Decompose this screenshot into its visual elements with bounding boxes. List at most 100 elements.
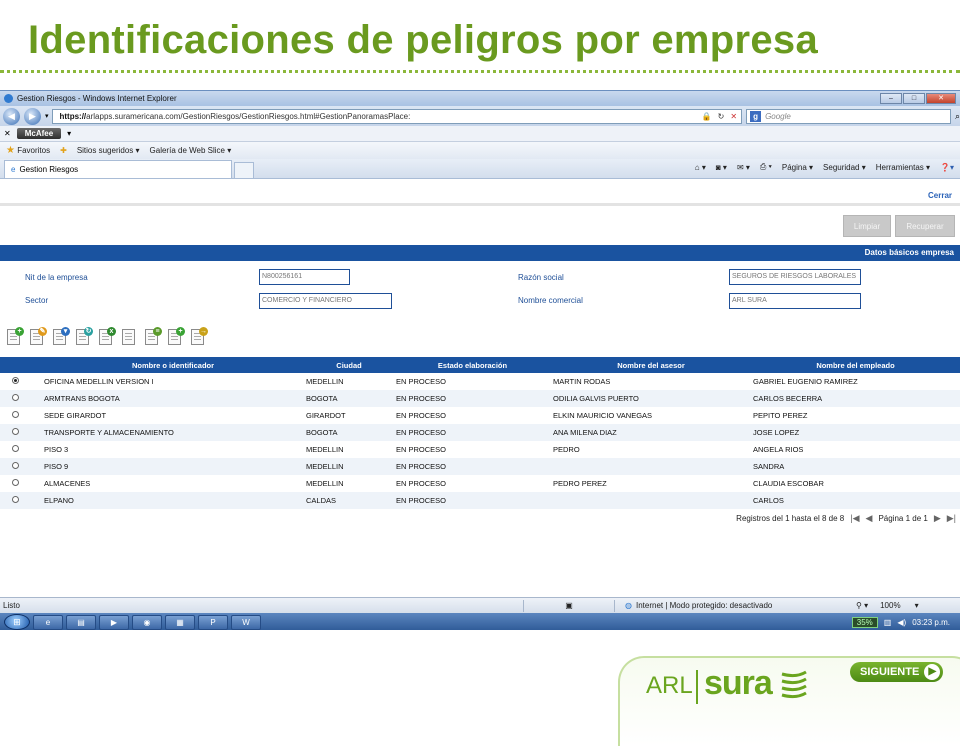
cell-estado: EN PROCESO [396, 445, 447, 454]
tab-bar: e Gestion Riesgos ⌂ ▾ ◙ ▾ ✉ ▾ ⎙ ▾ Página… [0, 159, 960, 179]
recent-pages-icon[interactable]: ▾ [45, 112, 49, 120]
next-page-icon[interactable]: ▶ [934, 513, 941, 524]
add-favorite-icon[interactable]: ✚ [60, 146, 67, 155]
help-icon[interactable]: ❓▾ [940, 163, 954, 172]
minimize-button[interactable]: – [880, 93, 902, 104]
security-zone[interactable]: Internet | Modo protegido: desactivado [636, 601, 836, 610]
table-row[interactable]: ARMTRANS BOGOTA BOGOTA EN PROCESO ODILIA… [0, 390, 960, 407]
mcafee-toolbar: ✕ McAfee ▾ [0, 126, 960, 142]
nit-field[interactable]: N800256161 [259, 269, 350, 285]
close-session-link[interactable]: Cerrar [928, 191, 952, 200]
taskbar-folder-icon[interactable]: ▤ [66, 614, 96, 630]
fav-link-suggested[interactable]: Sitios sugeridos ▾ [77, 146, 140, 155]
table-row[interactable]: ELPANO CALDAS EN PROCESO CARLOS [0, 492, 960, 509]
excel-doc-icon[interactable]: x [96, 327, 116, 347]
section-header: Datos básicos empresa [0, 245, 960, 261]
row-radio[interactable] [12, 428, 19, 435]
table-row[interactable]: PISO 3 MEDELLIN EN PROCESO PEDRO ANGELA … [0, 441, 960, 458]
back-button[interactable]: ◀ [3, 107, 20, 125]
col-asesor[interactable]: Nombre del asesor [551, 357, 751, 373]
close-toolbar-icon[interactable]: ✕ [4, 129, 11, 138]
table-row[interactable]: OFICINA MEDELLIN VERSION I MEDELLIN EN P… [0, 373, 960, 390]
row-radio[interactable] [12, 479, 19, 486]
row-radio[interactable] [12, 377, 19, 384]
clear-button[interactable]: Limpiar [843, 215, 891, 237]
cell-nombre: ARMTRANS BOGOTA [42, 390, 304, 407]
taskbar-media-icon[interactable]: ▶ [99, 614, 129, 630]
menu-security[interactable]: Seguridad ▾ [823, 163, 866, 172]
add-row-icon[interactable]: + [165, 327, 185, 347]
row-radio[interactable] [12, 496, 19, 503]
clock[interactable]: 03:23 p.m. [912, 618, 950, 627]
new-tab-button[interactable] [234, 162, 254, 178]
menu-page[interactable]: Página ▾ [782, 163, 813, 172]
stop-icon[interactable]: ✕ [730, 110, 737, 123]
export-doc-icon[interactable]: → [188, 327, 208, 347]
search-input[interactable]: g Google [746, 108, 951, 124]
favorites-button[interactable]: ★ Favoritos [6, 145, 50, 156]
col-estado[interactable]: Estado elaboración [394, 357, 551, 373]
refresh-icon[interactable]: ↻ [718, 110, 725, 123]
taskbar-ie-icon[interactable]: e [33, 614, 63, 630]
taskbar-chrome-icon[interactable]: ◉ [132, 614, 162, 630]
filter-doc-icon[interactable]: ▾ [50, 327, 70, 347]
start-button[interactable]: ⊞ [4, 614, 30, 630]
add-doc-icon[interactable]: + [4, 327, 24, 347]
logo-arl-text: ARL [646, 672, 693, 699]
tab-gestion-riesgos[interactable]: e Gestion Riesgos [4, 160, 232, 178]
prev-page-icon[interactable]: ◀ [866, 513, 873, 524]
taskbar-word-icon[interactable]: W [231, 614, 261, 630]
report-doc-icon[interactable]: ≡ [142, 327, 162, 347]
next-button[interactable]: SIGUIENTE ▶ [850, 662, 944, 682]
row-radio[interactable] [12, 462, 19, 469]
protected-mode-icon[interactable]: ⚲ ▾ [856, 601, 868, 610]
mcafee-dropdown-icon[interactable]: ▾ [67, 129, 71, 138]
table-row[interactable]: PISO 9 MEDELLIN EN PROCESO SANDRA [0, 458, 960, 475]
sector-field[interactable]: COMERCIO Y FINANCIERO [259, 293, 392, 309]
last-page-icon[interactable]: ▶| [947, 513, 956, 524]
col-ciudad[interactable]: Ciudad [304, 357, 394, 373]
network-icon[interactable]: ▥ [884, 618, 892, 627]
zoom-dropdown-icon[interactable]: ▾ [915, 601, 919, 610]
menu-tools[interactable]: Herramientas ▾ [876, 163, 930, 172]
cell-empleado: CLAUDIA ESCOBAR [753, 479, 824, 488]
print-icon[interactable]: ⎙ ▾ [760, 162, 772, 172]
forward-button[interactable]: ▶ [23, 107, 41, 125]
table-row[interactable]: ALMACENES MEDELLIN EN PROCESO PEDRO PERE… [0, 475, 960, 492]
edit-doc-icon[interactable]: ✎ [27, 327, 47, 347]
logo-sura-text: sura [704, 664, 773, 702]
razon-social-field[interactable]: SEGUROS DE RIESGOS LABORALES [729, 269, 861, 285]
refresh-doc-icon[interactable]: ↻ [73, 327, 93, 347]
maximize-button[interactable]: □ [903, 93, 925, 104]
row-radio[interactable] [12, 445, 19, 452]
table-row[interactable]: SEDE GIRARDOT GIRARDOT EN PROCESO ELKIN … [0, 407, 960, 424]
fav-link-webslice[interactable]: Galería de Web Slice ▾ [150, 146, 232, 155]
zoom-level[interactable]: 100% [880, 601, 900, 610]
address-bar: ◀ ▶ ▾ https:// arlapps.suramericana.com/… [0, 106, 960, 126]
volume-icon[interactable]: ◀) [897, 618, 906, 627]
first-page-icon[interactable]: |◀ [850, 513, 859, 524]
search-icon[interactable]: ⌕ [955, 111, 960, 122]
taskbar-powerpoint-icon[interactable]: P [198, 614, 228, 630]
taskbar-calc-icon[interactable]: ▦ [165, 614, 195, 630]
cell-nombre: PISO 3 [44, 445, 69, 454]
table-row[interactable]: TRANSPORTE Y ALMACENAMIENTO BOGOTA EN PR… [0, 424, 960, 441]
feeds-icon[interactable]: ◙ ▾ [716, 163, 727, 172]
window-titlebar: Gestion Riesgos - Windows Internet Explo… [0, 91, 960, 106]
lock-icon[interactable]: 🔒 [702, 110, 712, 123]
recover-button[interactable]: Recuperar [895, 215, 955, 237]
close-window-button[interactable]: ✕ [926, 93, 956, 104]
row-radio[interactable] [12, 394, 19, 401]
nombre-comercial-field[interactable]: ARL SURA [729, 293, 861, 309]
url-input[interactable]: https:// arlapps.suramericana.com/Gestio… [52, 108, 743, 124]
row-radio[interactable] [12, 411, 19, 418]
battery-indicator[interactable]: 35% [851, 616, 878, 628]
mail-icon[interactable]: ✉ ▾ [737, 163, 750, 172]
list-doc-icon[interactable] [119, 327, 139, 347]
col-nombre[interactable]: Nombre o identificador [42, 357, 304, 373]
mcafee-button[interactable]: McAfee [16, 128, 62, 139]
home-icon[interactable]: ⌂ ▾ [695, 163, 706, 172]
col-empleado[interactable]: Nombre del empleado [751, 357, 960, 373]
cell-ciudad: MEDELLIN [306, 445, 344, 454]
url-path: arlapps.suramericana.com/GestionRiesgos/… [86, 111, 411, 121]
